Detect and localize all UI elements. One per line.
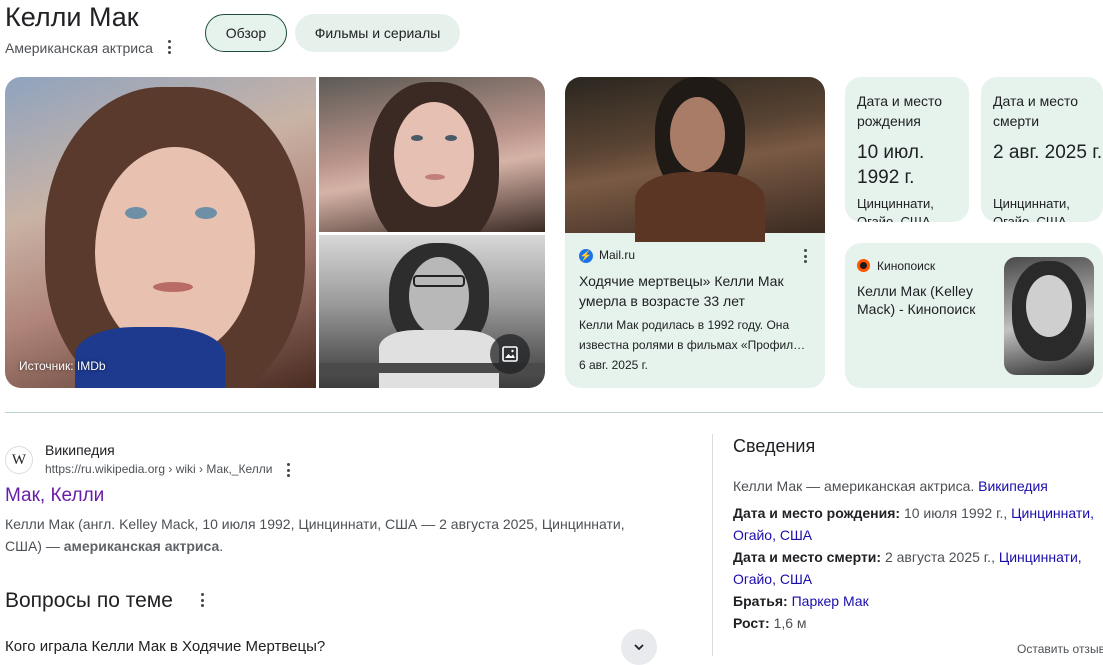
death-fact-place: Цинциннати, Огайо, США xyxy=(993,196,1070,222)
news-source: Mail.ru xyxy=(599,248,636,262)
result-more-icon[interactable] xyxy=(280,460,296,480)
birth-fact-card[interactable]: Дата и место рождения 10 июл. 1992 г. Ци… xyxy=(845,77,969,222)
info-height-row: Рост: 1,6 м xyxy=(733,615,807,631)
news-title[interactable]: Ходячие мертвецы» Келли Мак умерла в воз… xyxy=(579,271,815,311)
death-fact-value: 2 авг. 2025 г. xyxy=(993,142,1103,163)
birth-fact-label: Дата и место рождения xyxy=(857,93,943,129)
page-title: Келли Мак xyxy=(5,2,139,32)
paa-heading: Вопросы по теме xyxy=(5,589,173,612)
paa-more-icon[interactable] xyxy=(194,590,210,610)
more-images-button[interactable] xyxy=(490,334,530,374)
tab-movies-series[interactable]: Фильмы и сериалы xyxy=(295,14,460,52)
image-icon xyxy=(502,346,518,362)
kinopoisk-image xyxy=(1004,257,1094,375)
news-more-icon[interactable] xyxy=(797,246,813,266)
result-snippet: Келли Мак (англ. Kelley Mack, 10 июля 19… xyxy=(5,516,625,554)
kinopoisk-icon xyxy=(857,259,870,272)
wikipedia-link[interactable]: Википедия xyxy=(978,478,1048,494)
info-death-row: Дата и место смерти: 2 августа 2025 г., … xyxy=(733,549,1082,587)
portrait-image-2[interactable] xyxy=(319,77,545,232)
info-heading: Сведения xyxy=(733,436,816,456)
kinopoisk-card[interactable]: Кинопоиск Келли Мак (Kelley Mack) - Кино… xyxy=(845,243,1103,388)
news-card[interactable]: ⚡ Mail.ru Ходячие мертвецы» Келли Мак ум… xyxy=(565,77,825,388)
paa-expand-button[interactable] xyxy=(621,629,657,665)
chevron-down-icon xyxy=(634,644,644,651)
news-image xyxy=(565,77,825,242)
image-source-label: Источник: IMDb xyxy=(19,359,106,373)
info-siblings-row: Братья: Паркер Мак xyxy=(733,593,869,609)
tab-overview[interactable]: Обзор xyxy=(205,14,287,52)
kinopoisk-title[interactable]: Келли Мак (Kelley Mack) - Кинопоиск xyxy=(857,282,997,318)
birth-fact-value: 10 июл. 1992 г. xyxy=(857,142,925,188)
result-title-link[interactable]: Мак, Келли xyxy=(5,485,104,507)
main-portrait-image[interactable] xyxy=(5,77,316,388)
death-fact-label: Дата и место смерти xyxy=(993,93,1079,129)
mailru-icon: ⚡ xyxy=(579,249,593,263)
birth-fact-place: Цинциннати, Огайо, США xyxy=(857,196,934,222)
result-url[interactable]: https://ru.wikipedia.org › wiki › Мак,_К… xyxy=(45,462,272,476)
sibling-link[interactable]: Паркер Мак xyxy=(792,593,869,609)
more-options-icon[interactable] xyxy=(161,37,177,57)
result-site-name: Википедия xyxy=(45,442,115,458)
news-snippet: Келли Мак родилась в 1992 году. Она изве… xyxy=(579,318,806,352)
info-description: Келли Мак — американская актриса. Википе… xyxy=(733,478,1048,494)
death-fact-card[interactable]: Дата и место смерти 2 авг. 2025 г. Цинци… xyxy=(981,77,1103,222)
info-birth-row: Дата и место рождения: 10 июля 1992 г., … xyxy=(733,505,1094,543)
paa-question[interactable]: Кого играла Келли Мак в Ходячие Мертвецы… xyxy=(5,638,325,655)
feedback-link[interactable]: Оставить отзыв xyxy=(1017,642,1103,656)
kinopoisk-source: Кинопоиск xyxy=(877,259,936,273)
page-subtitle: Американская актриса xyxy=(5,40,153,56)
panel-divider xyxy=(712,434,713,656)
news-date: 6 авг. 2025 г. xyxy=(579,358,648,372)
wikipedia-icon: W xyxy=(5,446,33,474)
section-divider xyxy=(5,412,1103,413)
